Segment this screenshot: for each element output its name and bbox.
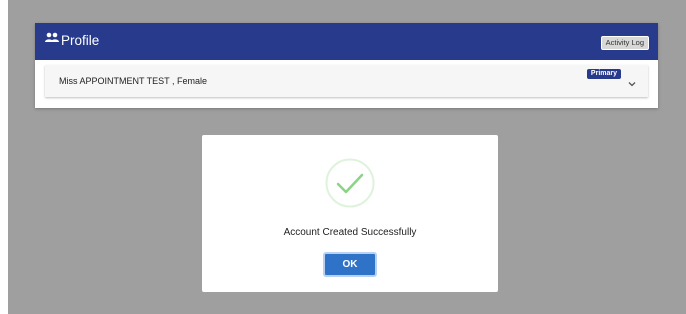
patient-summary-panel[interactable]: Miss APPOINTMENT TEST , Female Primary <box>45 65 648 97</box>
people-icon <box>45 32 59 42</box>
primary-badge: Primary <box>586 69 621 79</box>
check-circle-icon <box>325 158 375 208</box>
activity-log-button[interactable]: Activity Log <box>600 36 649 50</box>
success-dialog: Account Created Successfully OK <box>202 135 498 292</box>
ok-button[interactable]: OK <box>323 252 377 277</box>
profile-card: Profile Activity Log Miss APPOINTMENT TE… <box>35 23 658 108</box>
page-title: Profile <box>61 33 100 48</box>
patient-summary-text: Miss APPOINTMENT TEST , Female <box>59 76 208 86</box>
chevron-down-icon[interactable] <box>627 79 637 89</box>
profile-header: Profile Activity Log <box>35 23 658 60</box>
success-message: Account Created Successfully <box>283 227 417 238</box>
